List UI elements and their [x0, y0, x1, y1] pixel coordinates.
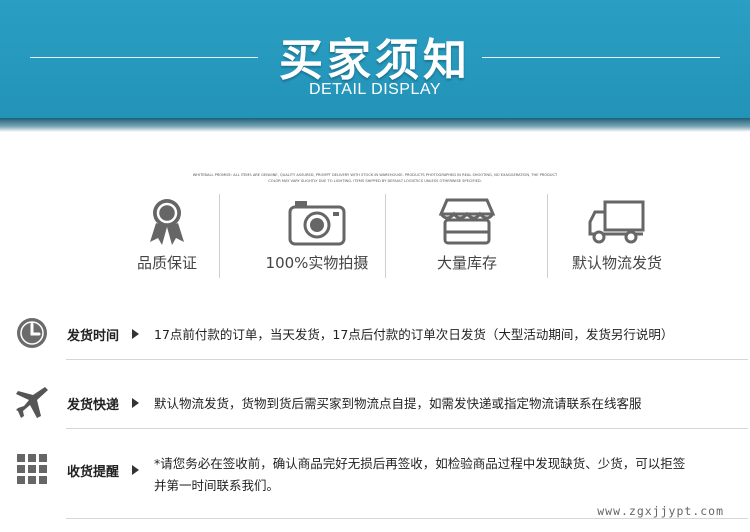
banner-title: 买家须知 — [279, 35, 471, 86]
store-icon — [438, 198, 496, 245]
clock-icon — [17, 318, 47, 348]
arrow-right-icon — [132, 398, 139, 408]
feature-logistics: 默认物流发货 — [542, 190, 692, 280]
arrow-right-icon — [132, 329, 139, 339]
fine-print: WHITEBALL PROMISE: ALL ITEMS ARE GENUINE… — [192, 173, 558, 183]
info-label: 发货时间 — [67, 329, 120, 344]
feature-divider — [219, 194, 220, 278]
info-row-courier: 发货快递 默认物流发货，货物到货后需买家到物流点自提，如需发快递或指定物流请联系… — [15, 385, 747, 437]
row-divider — [66, 428, 748, 429]
feature-stock-label: 大量库存 — [436, 254, 497, 272]
watermark: www.zgxjjypt.com — [597, 504, 724, 518]
feature-divider — [385, 194, 386, 278]
feature-divider — [547, 194, 548, 278]
grid-icon — [17, 454, 47, 484]
camera-icon — [288, 201, 346, 246]
feature-stock: 大量库存 — [392, 190, 542, 280]
airplane-icon — [16, 387, 48, 418]
arrow-right-icon — [132, 465, 139, 475]
award-ribbon-icon — [150, 199, 184, 245]
info-text: 默认物流发货，货物到货后需买家到物流点自提，如需发快递或指定物流请联系在线客服 — [154, 396, 642, 411]
row-divider — [66, 359, 748, 360]
info-label: 发货快递 — [67, 398, 120, 413]
info-text: *请您务必在签收前，确认商品完好无损后再签收，如检验商品过程中发现缺货、少货，可… — [154, 456, 686, 493]
info-row-receipt: 收货提醒 *请您务必在签收前，确认商品完好无损后再签收，如检验商品过程中发现缺货… — [15, 452, 747, 504]
info-label: 收货提醒 — [67, 465, 120, 480]
feature-real-photo-label: 100%实物拍摄 — [265, 254, 369, 272]
feature-real-photo: 100%实物拍摄 — [242, 190, 392, 280]
banner-subtitle: DETAIL DISPLAY — [308, 81, 442, 98]
truck-icon — [588, 200, 645, 244]
feature-logistics-label: 默认物流发货 — [571, 254, 662, 272]
info-text: 17点前付款的订单，当天发货，17点后付款的订单次日发货（大型活动期间，发货另行… — [154, 327, 674, 342]
feature-row: 品质保证 100%实物拍摄 大量库存 默认物流发货 — [92, 190, 692, 280]
info-row-shipping-time: 发货时间 17点前付款的订单，当天发货，17点后付款的订单次日发货（大型活动期间… — [15, 316, 747, 368]
row-divider — [66, 518, 748, 519]
header-banner: 买家须知 DETAIL DISPLAY — [0, 0, 750, 118]
banner-shadow — [0, 118, 750, 132]
